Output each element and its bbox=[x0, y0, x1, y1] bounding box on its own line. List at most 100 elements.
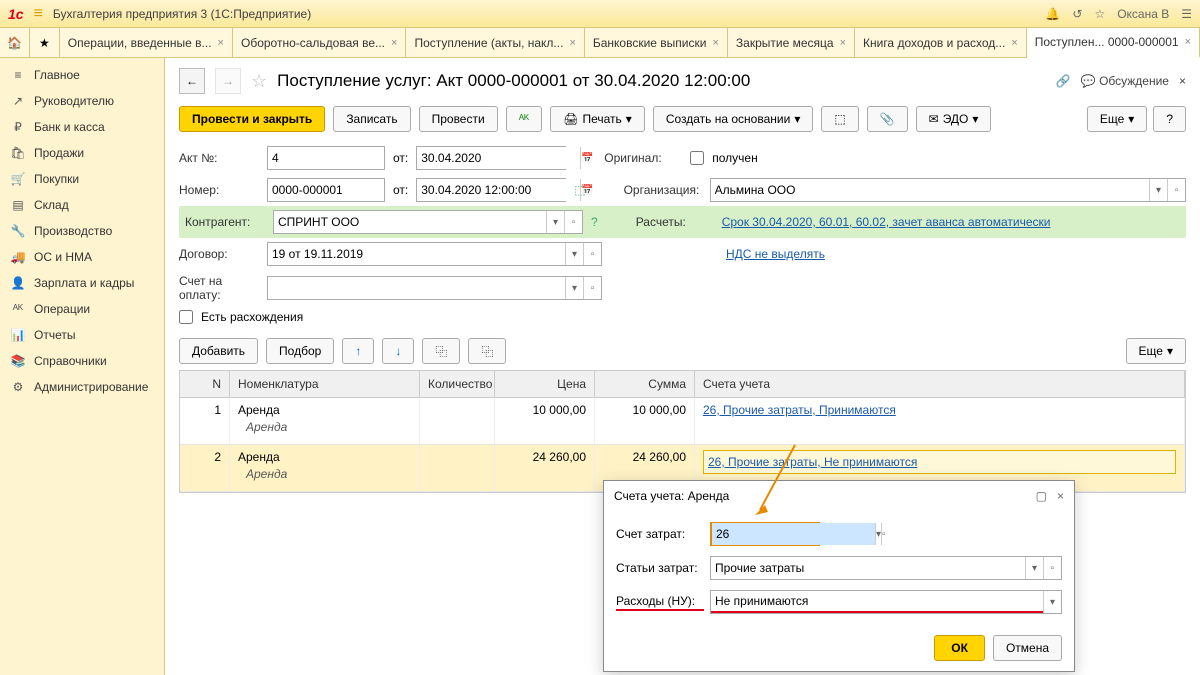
close-icon[interactable]: × bbox=[1011, 37, 1017, 49]
original-label: Оригинал: bbox=[604, 151, 682, 165]
table-row[interactable]: 1 АрендаАренда 10 000,00 10 000,00 26, П… bbox=[180, 398, 1185, 445]
star-tab[interactable]: ★ bbox=[30, 28, 60, 57]
help-icon[interactable]: ? bbox=[591, 215, 598, 229]
cancel-button[interactable]: Отмена bbox=[993, 635, 1062, 661]
maximize-icon[interactable]: ▢ bbox=[1036, 489, 1047, 503]
date2-input[interactable]: 📅 bbox=[416, 178, 566, 202]
tab-5[interactable]: Книга доходов и расход...× bbox=[855, 28, 1027, 57]
star-icon[interactable]: ☆ bbox=[1094, 7, 1105, 21]
rashozh-checkbox[interactable] bbox=[179, 310, 193, 324]
statyi-input[interactable]: ▾▫ bbox=[710, 556, 1062, 580]
schet-label: Счет на оплату: bbox=[179, 274, 259, 302]
warn-icon[interactable]: ⬚ bbox=[574, 183, 585, 197]
col-price[interactable]: Цена bbox=[495, 371, 595, 397]
raschety-link[interactable]: Срок 30.04.2020, 60.01, 60.02, зачет ава… bbox=[722, 215, 1051, 229]
close-icon[interactable]: × bbox=[1185, 36, 1191, 48]
wrench-icon: 🔧 bbox=[10, 224, 26, 238]
create-based-button[interactable]: Создать на основании ▾ bbox=[653, 106, 814, 132]
dtkt-button[interactable]: ᴬᴷ bbox=[506, 106, 543, 132]
attachment-button[interactable]: 📎 bbox=[867, 106, 908, 132]
sidebar-item-reports[interactable]: 📊Отчеты bbox=[0, 322, 164, 348]
post-and-close-button[interactable]: Провести и закрыть bbox=[179, 106, 325, 132]
tab-0[interactable]: Операции, введенные в...× bbox=[60, 28, 233, 57]
col-qty[interactable]: Количество bbox=[420, 371, 495, 397]
schet-zatrat-input[interactable]: ▾▫ bbox=[710, 522, 820, 546]
history-icon[interactable]: ↺ bbox=[1072, 7, 1082, 21]
col-sum[interactable]: Сумма bbox=[595, 371, 695, 397]
close-icon[interactable]: × bbox=[569, 37, 575, 49]
discussion-button[interactable]: 💬 Обсуждение bbox=[1081, 74, 1169, 88]
user-name[interactable]: Оксана В bbox=[1117, 7, 1169, 21]
print-button[interactable]: 🖨 Печать ▾ bbox=[550, 106, 645, 132]
date1-input[interactable]: 📅 bbox=[416, 146, 566, 170]
menu-icon[interactable]: ≡ bbox=[34, 5, 43, 23]
account-link[interactable]: 26, Прочие затраты, Принимаются bbox=[703, 403, 896, 417]
forward-button[interactable]: → bbox=[215, 68, 241, 94]
tab-2[interactable]: Поступление (акты, накл...× bbox=[406, 28, 584, 57]
kontragent-label: Контрагент: bbox=[185, 215, 265, 229]
star-icon[interactable]: ☆ bbox=[251, 71, 267, 92]
close-icon[interactable]: × bbox=[840, 37, 846, 49]
close-button[interactable]: × bbox=[1179, 74, 1186, 88]
rashody-input[interactable]: ▾ bbox=[710, 590, 1062, 614]
nomer-input[interactable] bbox=[267, 178, 385, 202]
save-button[interactable]: Записать bbox=[333, 106, 410, 132]
sidebar-item-admin[interactable]: ⚙Администрирование bbox=[0, 374, 164, 400]
close-icon[interactable]: × bbox=[1057, 489, 1064, 503]
link-icon[interactable]: 🔗 bbox=[1056, 74, 1071, 88]
col-nom[interactable]: Номенклатура bbox=[230, 371, 420, 397]
back-button[interactable]: ← bbox=[179, 68, 205, 94]
more-button[interactable]: Еще ▾ bbox=[1087, 106, 1147, 132]
sidebar-item-bank[interactable]: ₽Банк и касса bbox=[0, 114, 164, 140]
col-acc[interactable]: Счета учета bbox=[695, 371, 1185, 397]
nds-link[interactable]: НДС не выделять bbox=[726, 247, 825, 261]
dogovor-input[interactable]: ▾▫ bbox=[267, 242, 602, 266]
tab-1[interactable]: Оборотно-сальдовая ве...× bbox=[233, 28, 406, 57]
open-icon: ▫ bbox=[1043, 557, 1061, 579]
sidebar-item-production[interactable]: 🔧Производство bbox=[0, 218, 164, 244]
sidebar-item-salary[interactable]: 👤Зарплата и кадры bbox=[0, 270, 164, 296]
col-n[interactable]: N bbox=[180, 371, 230, 397]
sidebar-item-catalogs[interactable]: 📚Справочники bbox=[0, 348, 164, 374]
list-icon: ≡ bbox=[10, 68, 26, 82]
move-up-button[interactable]: ↑ bbox=[342, 338, 374, 364]
close-icon[interactable]: × bbox=[391, 37, 397, 49]
books-icon: 📚 bbox=[10, 354, 26, 368]
app-title: Бухгалтерия предприятия 3 (1С:Предприяти… bbox=[53, 7, 311, 21]
edo-button[interactable]: ✉ ЭДО ▾ bbox=[916, 106, 992, 132]
select-items-button[interactable]: Подбор bbox=[266, 338, 334, 364]
table-more-button[interactable]: Еще ▾ bbox=[1126, 338, 1186, 364]
tab-4[interactable]: Закрытие месяца× bbox=[728, 28, 855, 57]
sidebar-item-warehouse[interactable]: ▤Склад bbox=[0, 192, 164, 218]
kontragent-input[interactable]: ▾▫ bbox=[273, 210, 583, 234]
original-checkbox[interactable] bbox=[690, 151, 704, 165]
sidebar-item-assets[interactable]: 🚚ОС и НМА bbox=[0, 244, 164, 270]
sidebar-item-purchases[interactable]: 🛒Покупки bbox=[0, 166, 164, 192]
close-icon[interactable]: × bbox=[218, 37, 224, 49]
paste-button[interactable]: ⿻ bbox=[468, 338, 506, 364]
close-icon[interactable]: × bbox=[712, 37, 718, 49]
open-icon: ▫ bbox=[564, 211, 582, 233]
add-row-button[interactable]: Добавить bbox=[179, 338, 258, 364]
bell-icon[interactable]: 🔔 bbox=[1045, 7, 1060, 21]
sidebar-item-operations[interactable]: ᴬᴷОперации bbox=[0, 296, 164, 322]
account-link[interactable]: 26, Прочие затраты, Не принимаются bbox=[708, 455, 917, 469]
tab-6[interactable]: Поступлен... 0000-000001× bbox=[1027, 28, 1200, 58]
home-tab[interactable]: 🏠 bbox=[0, 28, 30, 57]
schet-input[interactable]: ▾▫ bbox=[267, 276, 602, 300]
ok-button[interactable]: ОК bbox=[934, 635, 985, 661]
move-down-button[interactable]: ↓ bbox=[382, 338, 414, 364]
cart-icon: 🛒 bbox=[10, 172, 26, 186]
panel-icon[interactable]: ☰ bbox=[1181, 7, 1192, 21]
copy-button[interactable]: ⿻ bbox=[422, 338, 460, 364]
sidebar-item-sales[interactable]: 🛍Продажи bbox=[0, 140, 164, 166]
statyi-label: Статьи затрат: bbox=[616, 561, 704, 575]
akt-input[interactable] bbox=[267, 146, 385, 170]
sidebar-item-main[interactable]: ≡Главное bbox=[0, 62, 164, 88]
related-button[interactable]: ⬚ bbox=[821, 106, 858, 132]
help-button[interactable]: ? bbox=[1153, 106, 1186, 132]
post-button[interactable]: Провести bbox=[419, 106, 498, 132]
sidebar-item-manager[interactable]: ↗Руководителю bbox=[0, 88, 164, 114]
tab-3[interactable]: Банковские выписки× bbox=[585, 28, 728, 57]
org-input[interactable]: ▾▫ bbox=[710, 178, 1186, 202]
